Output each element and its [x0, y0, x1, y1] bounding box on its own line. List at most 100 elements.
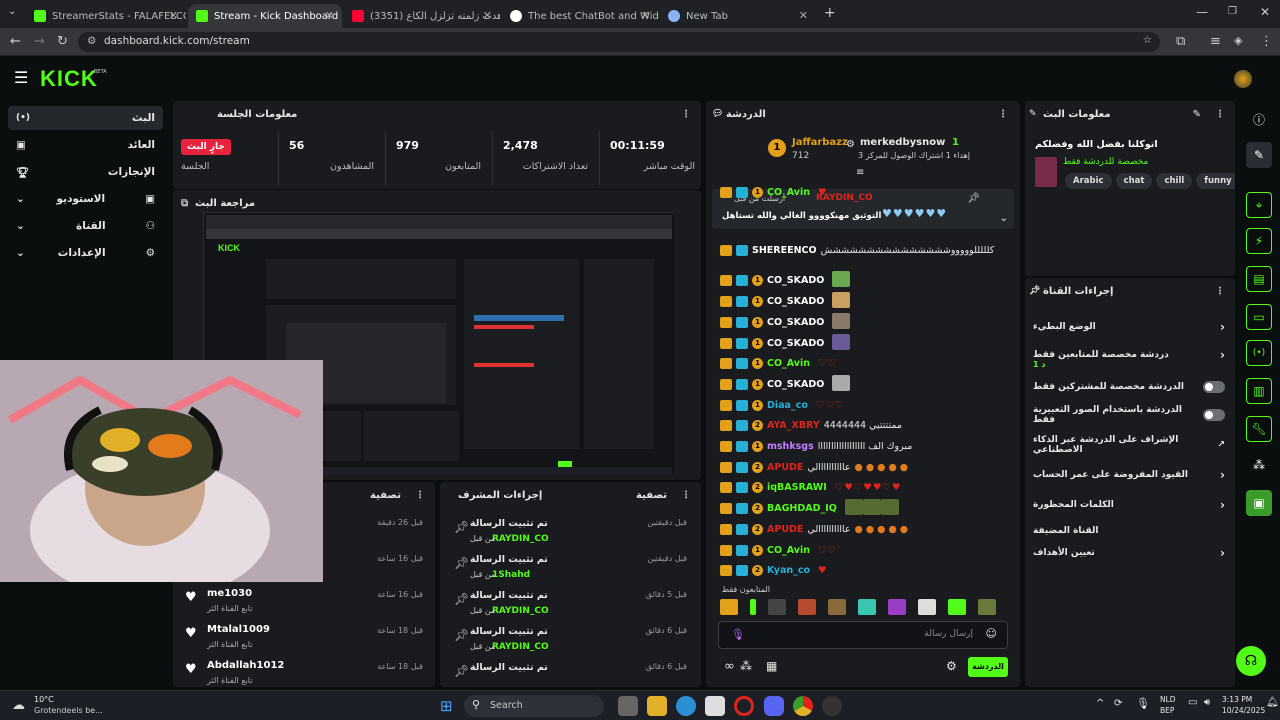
channel-action-item[interactable]: الوضع البطيء › [1033, 314, 1225, 340]
close-window-icon[interactable]: ✕ [1260, 5, 1270, 19]
follower-name[interactable]: Abdallah1012 [207, 660, 284, 671]
sidebar-item-channel[interactable]: ⌄ القناة ⚇ [8, 214, 163, 238]
help-button[interactable]: ☊ [1236, 646, 1266, 676]
more-options-icon[interactable]: ⋮ [415, 490, 425, 501]
people-icon[interactable]: ⁂ [740, 659, 752, 673]
close-icon[interactable]: ✕ [799, 9, 808, 22]
task-view-icon[interactable] [618, 696, 638, 716]
obs-icon[interactable] [822, 696, 842, 716]
tag[interactable]: funny [1196, 173, 1235, 189]
kick-logo[interactable]: KICK [40, 66, 98, 92]
reload-icon[interactable]: ↻ [57, 34, 68, 49]
document-icon[interactable]: ▤ [1246, 266, 1272, 292]
channel-action-item[interactable]: دردشة مخصصة للمتابعين فقط › 1 د [1033, 342, 1225, 369]
more-options-icon[interactable]: ⋮ [998, 109, 1008, 120]
tab-search-icon[interactable]: ⌄ [8, 6, 16, 17]
add-widget-icon[interactable]: ▣ [1246, 490, 1272, 516]
volume-icon[interactable]: 🔊︎ [1204, 697, 1210, 708]
chat-username[interactable]: CO_Avin [767, 358, 810, 369]
file-explorer-icon[interactable] [647, 696, 667, 716]
chat-username[interactable]: Kyan_co [767, 565, 810, 576]
site-info-icon[interactable]: ⚙ [87, 35, 96, 47]
emote[interactable] [978, 599, 996, 615]
gear-icon[interactable]: ⚙ [946, 659, 957, 673]
infinity-icon[interactable]: ∞ [724, 659, 735, 674]
chat-username[interactable]: CO_SKADO [767, 275, 824, 286]
chat-username[interactable]: BAGHDAD_IQ [767, 503, 837, 514]
more-options-icon[interactable]: ⋮ [681, 490, 691, 501]
toggle-switch[interactable] [1203, 381, 1225, 393]
edge-icon[interactable] [676, 696, 696, 716]
forward-icon[interactable]: → [34, 34, 45, 49]
profile-icon[interactable]: ◈ [1234, 34, 1242, 47]
bookmark-star-icon[interactable]: ☆ [1143, 34, 1152, 46]
chat-username[interactable]: mshksgs [767, 441, 814, 452]
language-top[interactable]: NLD [1160, 695, 1176, 704]
clock-date[interactable]: 10/24/2025 [1222, 706, 1265, 715]
focus-icon[interactable]: ⌖ [1246, 192, 1272, 218]
chat-username[interactable]: APUDE [767, 524, 803, 535]
opera-icon[interactable] [734, 696, 754, 716]
tab-new-tab[interactable]: New Tab ✕ [660, 4, 816, 28]
chat-username[interactable]: CO_SKADO [767, 379, 824, 390]
chat-username[interactable]: iqBASRAWI [767, 482, 827, 493]
new-tab-icon[interactable]: + [824, 5, 836, 21]
tab-kick-dashboard[interactable]: Stream - Kick Dashboard ✕ [188, 4, 342, 28]
channel-action-item[interactable]: الدردشة مخصصة للمشتركين فقط [1033, 374, 1225, 400]
emoji-icon[interactable]: ☺ [986, 627, 997, 640]
hamburger-menu-icon[interactable]: ☰ [14, 68, 28, 87]
filter-label[interactable]: تصفية [636, 490, 667, 501]
tag[interactable]: Arabic [1065, 173, 1112, 189]
discord-icon[interactable] [764, 696, 784, 716]
edit-layout-icon[interactable]: ✎ [1246, 142, 1272, 168]
chat-input[interactable]: 🎙︎ إرسال رسالة ☺ [718, 621, 1008, 649]
emote[interactable] [918, 599, 936, 615]
sidebar-item-achievements[interactable]: 🏆︎ الإنجازات [8, 160, 163, 184]
mic-icon[interactable]: 🎙︎ [1136, 697, 1150, 710]
follower-name[interactable]: Mtalal1009 [207, 624, 270, 635]
wrench-icon[interactable]: 🔧︎ [1246, 416, 1272, 442]
weather-icon[interactable]: ☁ [12, 698, 25, 713]
layout-icon[interactable]: ▥ [1246, 378, 1272, 404]
chat-username[interactable]: CO_SKADO [767, 338, 824, 349]
channel-action-item[interactable]: تعيين الأهداف › [1033, 540, 1225, 566]
notification-icon[interactable]: 🔔︎ [1266, 697, 1279, 708]
emote[interactable] [828, 599, 846, 615]
follower-name[interactable]: me1030 [207, 588, 252, 599]
user-avatar[interactable] [1234, 70, 1252, 88]
chat-username[interactable]: CO_Avin [767, 545, 810, 556]
chat-bubble-icon[interactable]: ▭ [1246, 304, 1272, 330]
top-user-name[interactable]: Jaffarbazz [792, 137, 848, 148]
filter-label[interactable]: تصفية [370, 490, 401, 501]
media-icon[interactable]: ≡ [1210, 34, 1221, 49]
start-icon[interactable]: ⊞ [440, 697, 453, 715]
top-user-name[interactable]: merkedbysnow [860, 137, 945, 148]
store-icon[interactable] [705, 696, 725, 716]
sidebar-item-settings[interactable]: ⌄ الإعدادات ⚙ [8, 241, 163, 265]
clock-time[interactable]: 3:13 PM [1222, 695, 1252, 704]
mod-action-user[interactable]: RAYDIN_CO [492, 642, 549, 652]
chat-username[interactable]: CO_Avin [767, 187, 810, 198]
channel-action-item[interactable]: القيود المفروضة على عمر الحساب › [1033, 462, 1225, 488]
emote[interactable] [720, 599, 738, 615]
emote[interactable] [888, 599, 906, 615]
more-options-icon[interactable]: ⋮ [1215, 286, 1225, 297]
mod-action-user[interactable]: RAYDIN_CO [492, 534, 549, 544]
chat-username[interactable]: APUDE [767, 462, 803, 473]
more-menu-icon[interactable]: ⋮ [1260, 34, 1273, 49]
tab-chatbot[interactable]: The best ChatBot and Widgets ✕ [502, 4, 658, 28]
tab-streamerstats[interactable]: StreamerStats - FALAFELCO Pro ✕ [26, 4, 186, 28]
minimize-icon[interactable]: — [1196, 5, 1208, 19]
category-thumbnail[interactable] [1035, 157, 1057, 187]
chevron-down-icon[interactable]: ≡ [856, 167, 864, 178]
mod-action-user[interactable]: 1Shahd [492, 570, 530, 580]
channel-action-item[interactable]: الكلمات المحظورة › [1033, 492, 1225, 518]
emote[interactable] [948, 599, 966, 615]
toggle-switch[interactable] [1203, 409, 1225, 421]
taskbar-search[interactable]: ⚲ Search [464, 695, 604, 717]
emote[interactable] [768, 599, 786, 615]
channel-action-item[interactable]: الإشراف على الدردشة عبر الذكاء الاصطناعي… [1033, 432, 1225, 458]
sidebar-item-broadcast[interactable]: (•) البث [8, 106, 163, 130]
sidebar-item-studio[interactable]: ⌄ الاستوديو ▣ [8, 187, 163, 211]
info-icon[interactable]: ⓘ [1246, 106, 1272, 132]
